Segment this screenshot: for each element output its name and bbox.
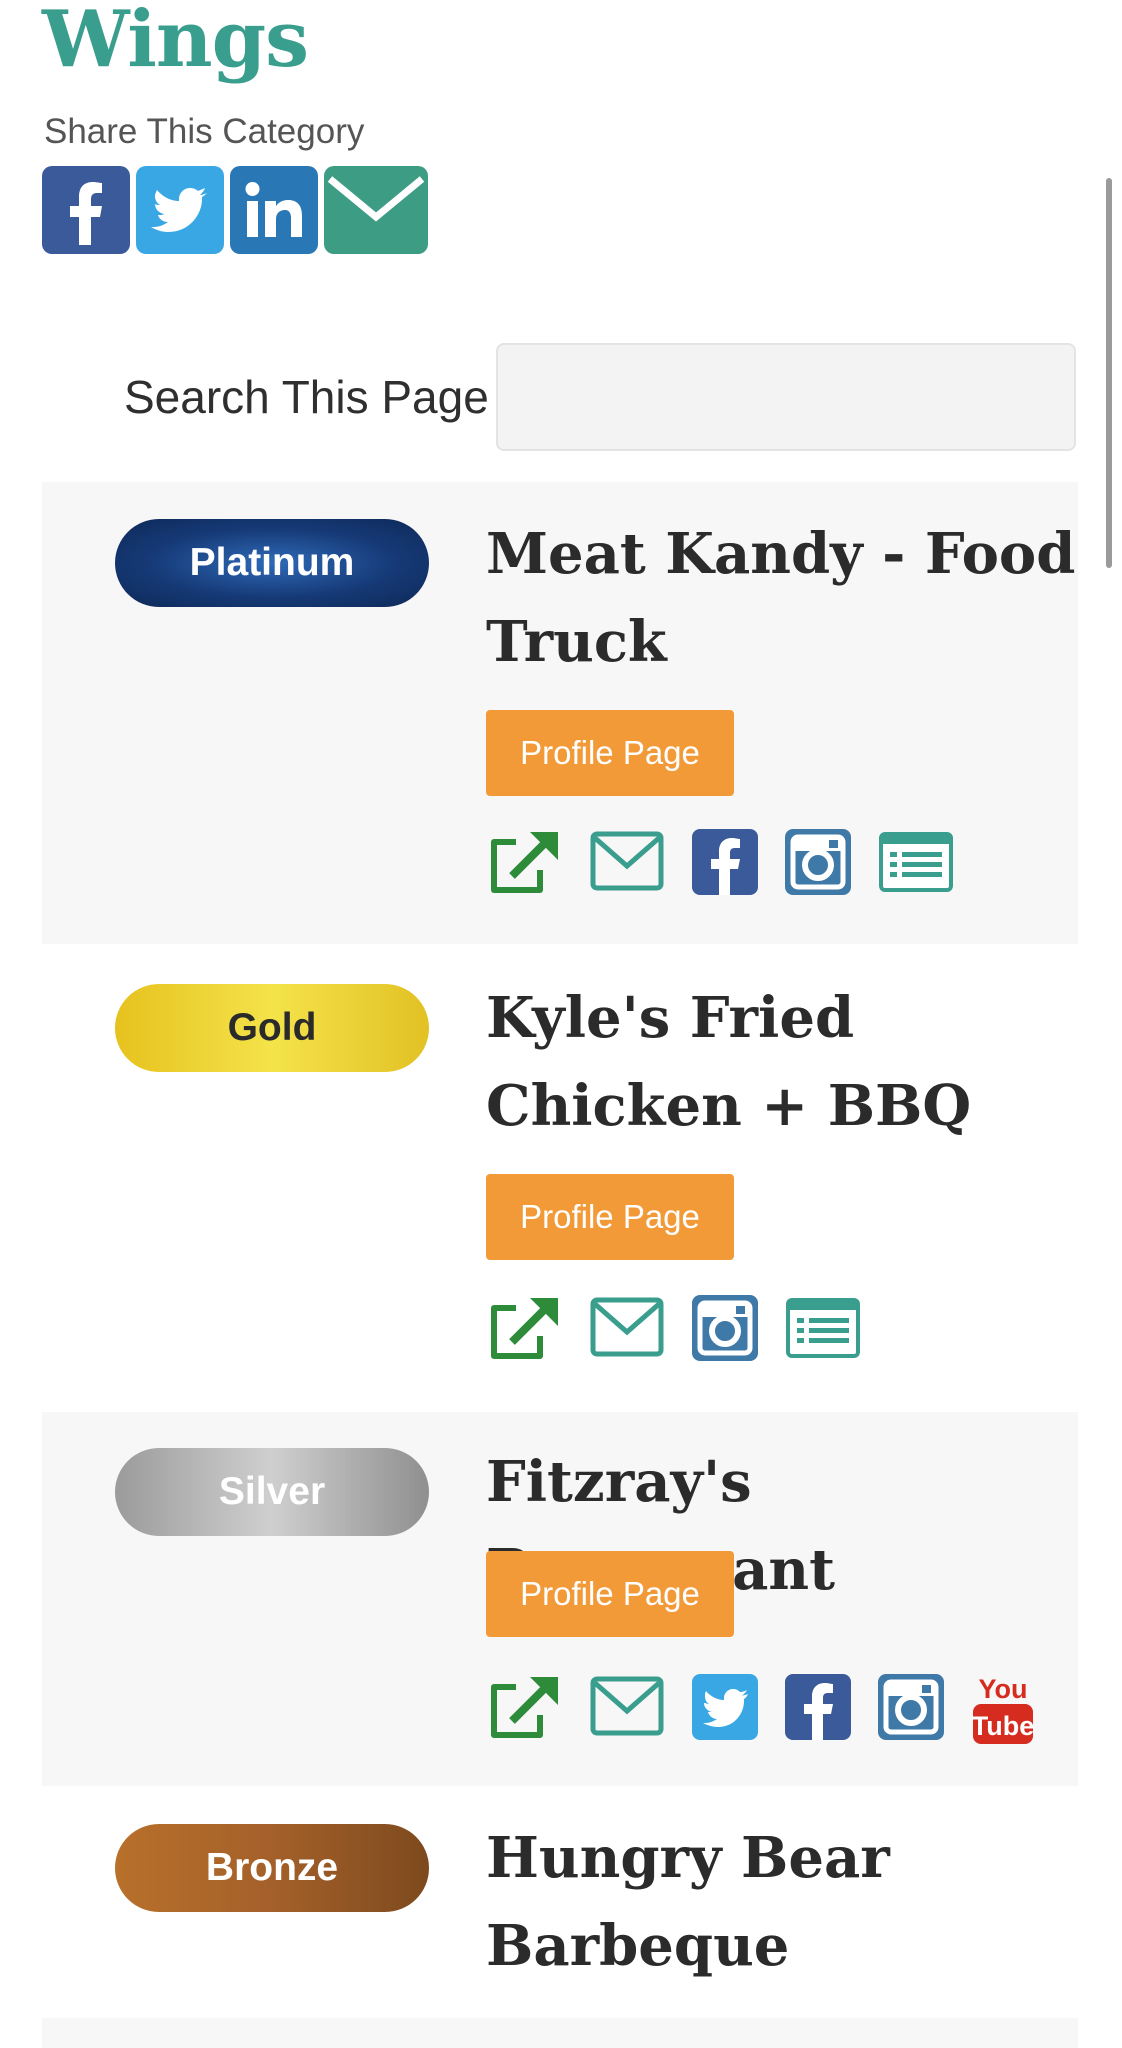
instagram-icon[interactable] bbox=[878, 1674, 944, 1740]
scrollbar[interactable] bbox=[1106, 178, 1112, 568]
contact-icons: You Tube bbox=[486, 1668, 1035, 1746]
profile-page-button[interactable]: Profile Page bbox=[486, 1551, 734, 1637]
youtube-icon[interactable]: You Tube bbox=[971, 1668, 1035, 1746]
listing-card: Silver Fitzray's Restaurant Profile Page… bbox=[42, 1412, 1078, 1786]
linkedin-icon bbox=[245, 182, 302, 237]
twitter-icon bbox=[151, 188, 207, 232]
menu-list-icon[interactable] bbox=[785, 1294, 861, 1362]
facebook-icon[interactable] bbox=[692, 829, 758, 895]
instagram-icon[interactable] bbox=[785, 829, 851, 895]
share-category-label: Share This Category bbox=[44, 112, 365, 151]
share-twitter-button[interactable] bbox=[136, 166, 224, 254]
listing-card: Platinum Meat Kandy - Food Truck Profile… bbox=[42, 482, 1078, 944]
email-icon bbox=[327, 176, 425, 222]
listing-card-partial bbox=[42, 2018, 1078, 2048]
profile-page-button[interactable]: Profile Page bbox=[486, 1174, 734, 1260]
profile-page-button[interactable]: Profile Page bbox=[486, 710, 734, 796]
listing-card: Bronze Hungry Bear Barbeque bbox=[42, 1786, 1078, 2018]
contact-icons bbox=[486, 1294, 861, 1362]
contact-icons bbox=[486, 828, 954, 896]
share-linkedin-button[interactable] bbox=[230, 166, 318, 254]
email-icon[interactable] bbox=[589, 828, 665, 896]
twitter-icon[interactable] bbox=[692, 1674, 758, 1740]
email-icon[interactable] bbox=[589, 1294, 665, 1362]
business-name[interactable]: Kyle's Fried Chicken + BBQ bbox=[486, 974, 1086, 1150]
facebook-icon bbox=[70, 182, 102, 245]
tier-badge: Bronze bbox=[115, 1824, 429, 1912]
tier-badge: Silver bbox=[115, 1448, 429, 1536]
search-label: Search This Page bbox=[124, 371, 489, 423]
external-link-icon[interactable] bbox=[486, 1673, 562, 1741]
search-input[interactable] bbox=[496, 343, 1076, 451]
business-name[interactable]: Meat Kandy - Food Truck bbox=[486, 510, 1086, 686]
tier-badge: Platinum bbox=[115, 519, 429, 607]
external-link-icon[interactable] bbox=[486, 1294, 562, 1362]
svg-text:Tube: Tube bbox=[972, 1711, 1035, 1741]
menu-list-icon[interactable] bbox=[878, 828, 954, 896]
share-email-button[interactable] bbox=[324, 166, 428, 254]
external-link-icon[interactable] bbox=[486, 828, 562, 896]
business-name[interactable]: Hungry Bear Barbeque bbox=[486, 1814, 1086, 1990]
tier-badge: Gold bbox=[115, 984, 429, 1072]
share-buttons bbox=[42, 166, 428, 254]
facebook-icon[interactable] bbox=[785, 1674, 851, 1740]
email-icon[interactable] bbox=[589, 1673, 665, 1741]
page-title: Wings bbox=[42, 0, 309, 85]
share-facebook-button[interactable] bbox=[42, 166, 130, 254]
svg-text:You: You bbox=[979, 1674, 1028, 1704]
instagram-icon[interactable] bbox=[692, 1295, 758, 1361]
listing-card: Gold Kyle's Fried Chicken + BBQ Profile … bbox=[42, 944, 1078, 1412]
